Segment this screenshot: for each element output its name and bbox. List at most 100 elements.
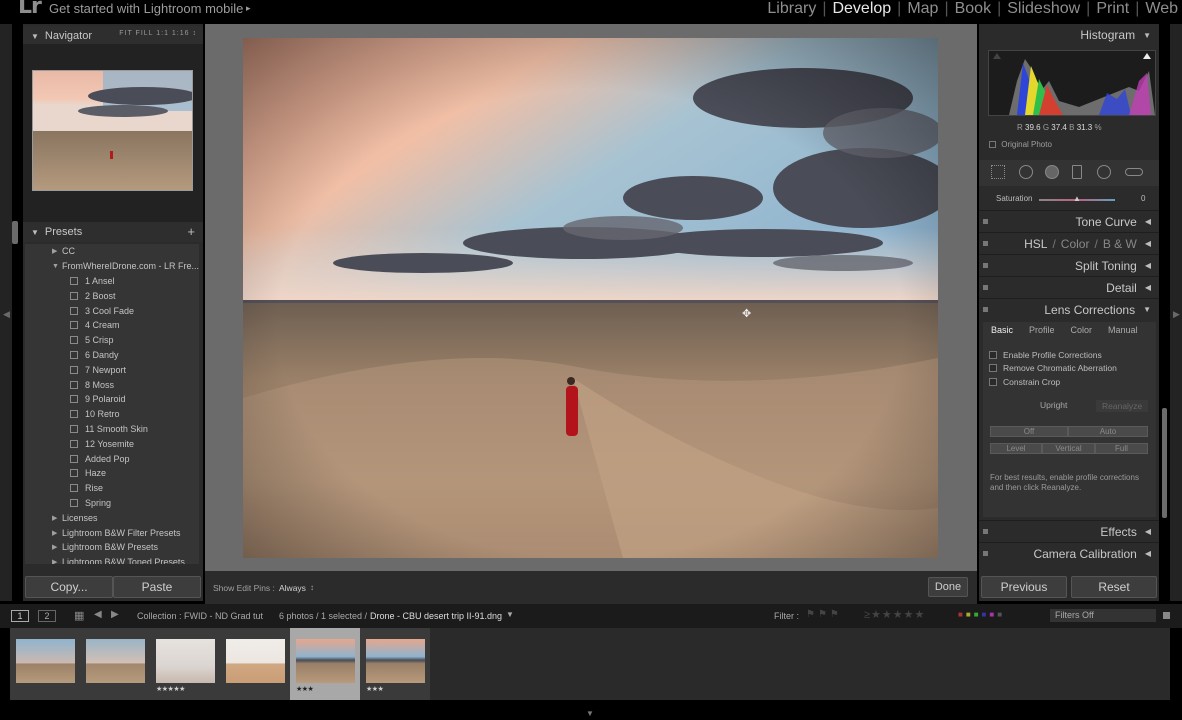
panel-switch-icon[interactable]: [983, 285, 988, 290]
enable-profile-checkbox[interactable]: [989, 350, 997, 359]
triangle-down-icon[interactable]: ▼: [586, 709, 594, 718]
triangle-right-icon[interactable]: ▸: [246, 3, 251, 14]
triangle-down-icon[interactable]: ▼: [31, 32, 39, 41]
original-photo-checkbox[interactable]: [989, 141, 996, 149]
right-panel-scrollbar[interactable]: [1162, 408, 1167, 518]
filmstrip-thumbnail[interactable]: ★★★★★: [150, 628, 220, 700]
left-panel-toggle[interactable]: ◀: [0, 24, 12, 601]
filmstrip-thumbnail[interactable]: ★★★: [290, 628, 360, 700]
preset-item[interactable]: Added Pop: [25, 451, 199, 466]
triangle-right-icon[interactable]: ▶: [52, 514, 62, 522]
triangle-left-icon[interactable]: ◀: [1145, 549, 1151, 558]
right-panel-toggle[interactable]: ▶: [1170, 24, 1182, 601]
preset-folder[interactable]: ▶ Lightroom B&W Presets: [25, 540, 199, 555]
panel-switch-icon[interactable]: [983, 307, 988, 312]
preset-item[interactable]: Haze: [25, 466, 199, 481]
triangle-down-icon[interactable]: ▼: [31, 228, 39, 237]
copy-button[interactable]: Copy...: [25, 576, 113, 598]
module-map[interactable]: Map: [903, 0, 942, 22]
histogram-chart[interactable]: [988, 50, 1156, 116]
lens-tab-manual[interactable]: Manual: [1100, 322, 1146, 339]
triangle-right-icon[interactable]: ▶: [52, 543, 62, 551]
preset-item[interactable]: 9 Polaroid: [25, 392, 199, 407]
lens-tab-basic[interactable]: Basic: [983, 322, 1021, 339]
reset-button[interactable]: Reset: [1071, 576, 1157, 598]
module-develop[interactable]: Develop: [828, 0, 895, 22]
main-photo[interactable]: [243, 38, 938, 558]
paste-button[interactable]: Paste: [113, 576, 201, 598]
preset-item[interactable]: 6 Dandy: [25, 348, 199, 363]
preset-folder[interactable]: ▶ Lightroom B&W Toned Presets: [25, 555, 199, 564]
lens-tab-color[interactable]: Color: [1063, 322, 1101, 339]
constrain-crop-checkbox[interactable]: [989, 377, 997, 386]
triangle-down-icon[interactable]: ▼: [52, 263, 62, 270]
module-web[interactable]: Web: [1141, 0, 1182, 22]
triangle-right-icon[interactable]: ▶: [52, 247, 62, 255]
add-preset-icon[interactable]: +: [187, 224, 195, 239]
triangle-right-icon[interactable]: ▶: [52, 529, 62, 537]
triangle-left-icon[interactable]: ◀: [1145, 261, 1151, 270]
bw-tab[interactable]: B & W: [1103, 237, 1137, 251]
hsl-tab[interactable]: HSL: [1024, 237, 1047, 251]
upright-level-button[interactable]: Level: [990, 443, 1042, 454]
hsl-header[interactable]: HSL / Color / B & W ◀: [979, 232, 1159, 254]
remove-ca-checkbox[interactable]: [989, 364, 997, 373]
red-eye-icon[interactable]: [1045, 165, 1059, 179]
reanalyze-button[interactable]: Reanalyze: [1096, 400, 1149, 412]
camera-calibration-header[interactable]: Camera Calibration ◀: [979, 542, 1159, 564]
upright-full-button[interactable]: Full: [1095, 443, 1148, 454]
triangle-left-icon[interactable]: ◀: [1145, 527, 1151, 536]
filename-dropdown-icon[interactable]: ▼: [506, 610, 514, 619]
filmstrip-thumbnail[interactable]: ★★★: [360, 628, 430, 700]
preset-folder[interactable]: ▼ FromWhereIDrone.com - LR Fre...: [25, 259, 199, 274]
color-tab[interactable]: Color: [1061, 237, 1090, 251]
filter-lock-icon[interactable]: [1163, 612, 1170, 619]
preset-item[interactable]: 4 Cream: [25, 318, 199, 333]
navigator-zoom-options[interactable]: FIT FILL 1:1 1:16 ↕: [119, 30, 197, 37]
module-library[interactable]: Library: [763, 0, 820, 22]
enable-profile-row[interactable]: Enable Profile Corrections: [979, 348, 1159, 362]
panel-switch-icon[interactable]: [983, 219, 988, 224]
saturation-value[interactable]: 0: [1141, 194, 1145, 203]
preset-item[interactable]: 8 Moss: [25, 377, 199, 392]
spot-removal-icon[interactable]: [1019, 165, 1033, 179]
flag-filter-icons[interactable]: ⚑⚑⚑: [806, 609, 842, 620]
get-started-link[interactable]: Get started with Lightroom mobile: [49, 1, 243, 16]
module-book[interactable]: Book: [951, 0, 995, 22]
triangle-left-icon[interactable]: ◀: [1145, 217, 1151, 226]
upright-auto-button[interactable]: Auto: [1068, 426, 1148, 437]
module-print[interactable]: Print: [1092, 0, 1133, 22]
preset-item[interactable]: 10 Retro: [25, 407, 199, 422]
radial-filter-icon[interactable]: [1097, 165, 1111, 179]
grid-view-icon[interactable]: ▦: [74, 609, 84, 622]
triangle-left-icon[interactable]: ◀: [1145, 283, 1151, 292]
panel-switch-icon[interactable]: [983, 551, 988, 556]
triangle-left-icon[interactable]: ◀: [3, 309, 10, 320]
forward-arrow-icon[interactable]: ▶: [111, 609, 119, 620]
presets-header[interactable]: ▼ Presets: [23, 222, 203, 242]
edit-pins-select[interactable]: Always: [279, 583, 306, 593]
lens-corrections-header[interactable]: Lens Corrections ▼: [979, 298, 1159, 320]
filmstrip-thumbnail[interactable]: [10, 628, 80, 700]
constrain-crop-row[interactable]: Constrain Crop: [979, 375, 1159, 389]
preset-item[interactable]: 3 Cool Fade: [25, 303, 199, 318]
primary-window-button[interactable]: 1: [11, 610, 29, 622]
triangle-left-icon[interactable]: ◀: [1145, 239, 1151, 248]
triangle-down-icon[interactable]: ▼: [1143, 305, 1151, 314]
color-filter-icons[interactable]: ■■■■■■: [958, 610, 1005, 619]
panel-switch-icon[interactable]: [983, 241, 988, 246]
preset-item[interactable]: 2 Boost: [25, 288, 199, 303]
crop-tool-icon[interactable]: [991, 165, 1005, 179]
navigator-preview-image[interactable]: [32, 70, 198, 191]
left-panel-scrollbar[interactable]: [12, 221, 18, 244]
original-photo-row[interactable]: Original Photo: [989, 140, 1052, 149]
preset-folder[interactable]: ▶ Licenses: [25, 510, 199, 525]
graduated-filter-icon[interactable]: [1072, 165, 1082, 179]
preset-folder[interactable]: ▶ Lightroom B&W Filter Presets: [25, 525, 199, 540]
preset-item[interactable]: 12 Yosemite: [25, 436, 199, 451]
histogram-header[interactable]: Histogram ▼: [979, 24, 1159, 46]
preset-item[interactable]: Spring: [25, 496, 199, 511]
secondary-window-button[interactable]: 2: [38, 610, 56, 622]
panel-switch-icon[interactable]: [983, 263, 988, 268]
remove-ca-row[interactable]: Remove Chromatic Aberration: [979, 362, 1159, 376]
